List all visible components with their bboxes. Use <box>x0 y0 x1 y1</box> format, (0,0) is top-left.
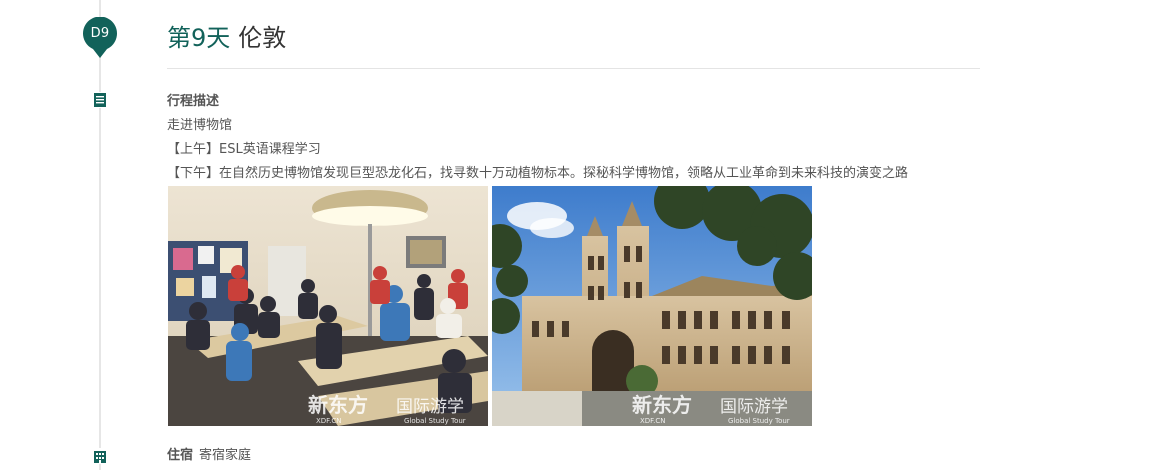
svg-text:Global Study Tour: Global Study Tour <box>404 417 466 425</box>
divider <box>167 68 980 69</box>
svg-text:Global Study Tour: Global Study Tour <box>728 417 790 425</box>
itinerary-line: 走进博物馆 <box>167 118 233 133</box>
day-number: 第9天 <box>167 24 231 52</box>
classroom-photo: 新东方 XDF.CN 国际游学 Global Study Tour <box>168 186 488 426</box>
day-pin-icon: D9 <box>82 17 118 59</box>
lodging-value: 寄宿家庭 <box>199 448 252 463</box>
svg-text:国际游学: 国际游学 <box>720 397 788 417</box>
day-city: 伦敦 <box>238 24 287 52</box>
svg-text:新东方: 新东方 <box>632 393 692 417</box>
svg-text:XDF.CN: XDF.CN <box>640 417 665 425</box>
museum-photo: 新东方 XDF.CN 国际游学 Global Study Tour <box>492 186 812 426</box>
document-icon <box>92 92 108 108</box>
day-title: 第9天 伦敦 <box>167 22 286 54</box>
itinerary-line: 【下午】在自然历史博物馆发现巨型恐龙化石，找寻数十万动植物标本。探秘科学博物馆，… <box>167 166 909 181</box>
itinerary-line: 【上午】ESL英语课程学习 <box>167 142 321 157</box>
svg-text:新东方: 新东方 <box>308 393 368 417</box>
building-icon <box>92 448 108 464</box>
timeline-line <box>99 0 101 470</box>
lodging: 住宿 寄宿家庭 <box>167 447 251 465</box>
itinerary-label: 行程描述 <box>167 94 220 109</box>
day-badge: D9 <box>90 26 110 41</box>
svg-text:XDF.CN: XDF.CN <box>316 417 341 425</box>
svg-text:国际游学: 国际游学 <box>396 397 464 417</box>
lodging-label: 住宿 <box>167 448 194 463</box>
